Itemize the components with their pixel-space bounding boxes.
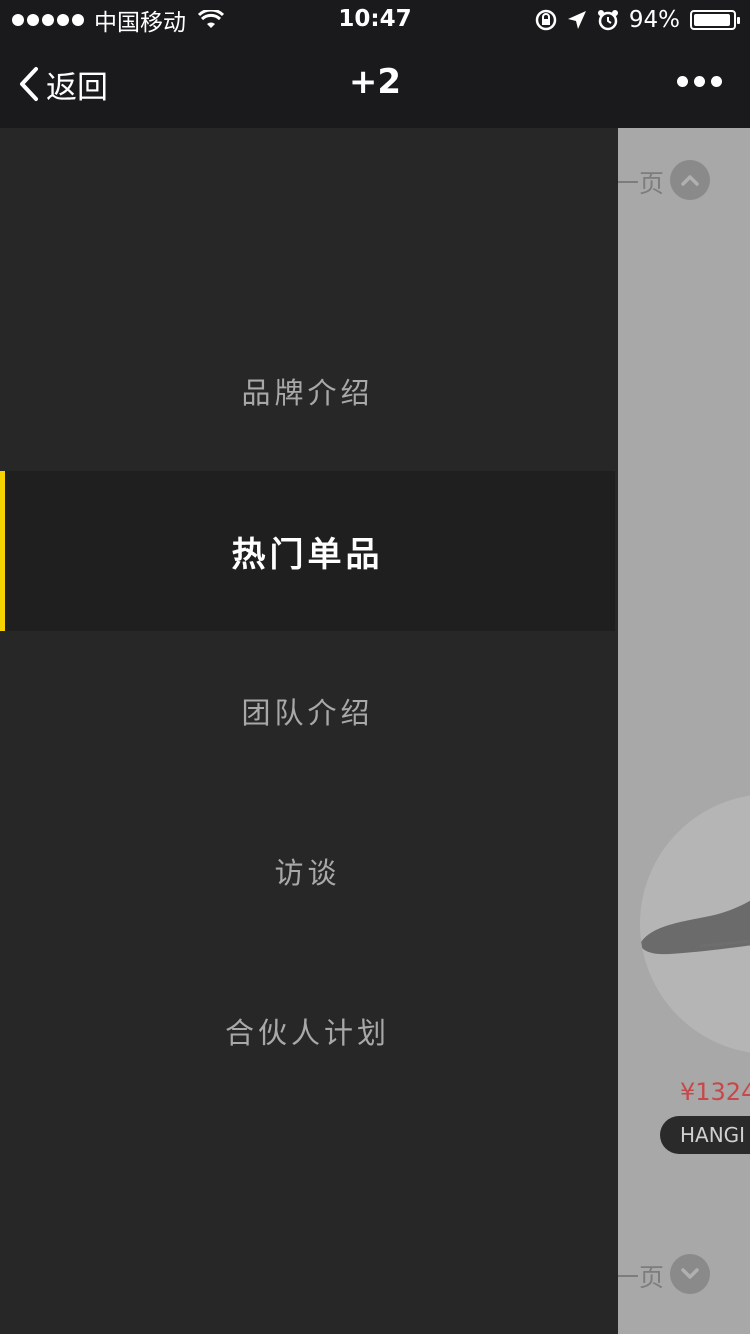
menu-item-interview[interactable]: 访谈 (0, 791, 615, 951)
menu-item-hot-products[interactable]: 热门单品 (0, 471, 615, 631)
menu-item-partner-plan[interactable]: 合伙人计划 (0, 951, 615, 1111)
battery-icon (690, 10, 740, 30)
menu-item-label: 团队介绍 (241, 696, 374, 730)
prev-page-label: 一页 (618, 169, 665, 198)
navigation-bar: 返回 +2 (0, 40, 750, 128)
status-bar: 中国移动 10:47 94% (0, 0, 750, 40)
more-dot-icon (677, 76, 688, 87)
menu-item-label: 合伙人计划 (224, 1016, 390, 1050)
prev-page-button[interactable] (670, 160, 710, 200)
underlying-page-peek[interactable]: 一页 ¥1324 HANGI 一页 (618, 128, 750, 1334)
alarm-icon (597, 10, 618, 31)
chevron-down-icon (681, 1268, 699, 1279)
next-page-button[interactable] (670, 1254, 710, 1294)
menu-item-label: 热门单品 (231, 534, 384, 575)
menu-item-team-intro[interactable]: 团队介绍 (0, 631, 615, 791)
next-page-label: 一页 (618, 1263, 665, 1292)
app-screen: 中国移动 10:47 94% 返回 +2 品牌介绍 热门单品 团队介绍 访谈 合… (0, 0, 750, 1334)
menu-item-label: 品牌介绍 (241, 376, 374, 410)
menu-item-brand-intro[interactable]: 品牌介绍 (0, 311, 615, 471)
rotation-lock-icon (535, 9, 557, 31)
side-drawer-menu: 品牌介绍 热门单品 团队介绍 访谈 合伙人计划 (0, 128, 618, 1334)
more-dot-icon (711, 76, 722, 87)
battery-percent: 94% (628, 7, 680, 33)
chevron-up-icon (681, 175, 699, 186)
active-indicator (0, 471, 5, 631)
status-right: 94% (535, 6, 740, 34)
shoe-icon (640, 900, 750, 955)
product-image[interactable] (640, 794, 750, 1054)
brand-tag[interactable]: HANGI (660, 1116, 750, 1154)
product-price: ¥1324 (680, 1078, 750, 1106)
page-title: +2 (348, 62, 402, 102)
battery-fill (694, 14, 730, 26)
location-icon (567, 11, 586, 29)
menu-item-label: 访谈 (274, 856, 341, 890)
more-options-button[interactable] (677, 76, 722, 87)
more-dot-icon (694, 76, 705, 87)
